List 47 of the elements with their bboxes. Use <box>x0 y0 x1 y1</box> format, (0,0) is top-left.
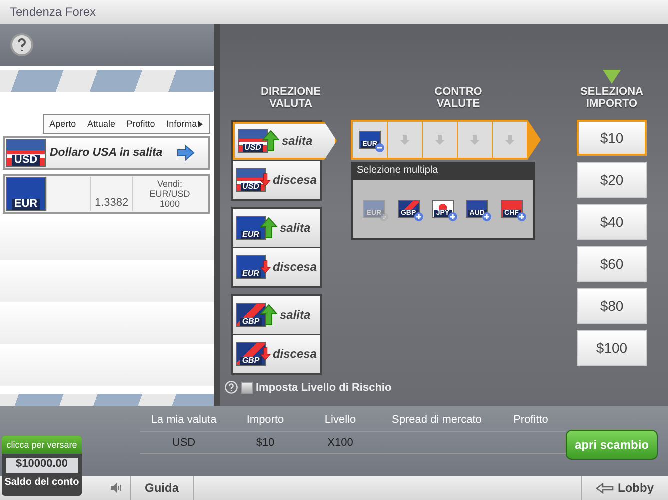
banner-text: Dollaro USA in salita <box>50 147 164 159</box>
currency-flag: USD <box>238 129 268 153</box>
balance-field: $10000.00 <box>6 458 78 473</box>
summary-heading: Profitto <box>496 414 566 432</box>
direction-button[interactable]: EUR discesa <box>233 248 320 286</box>
trade-info: Vendi: <box>157 179 183 189</box>
trade-info: EUR/USD <box>150 189 190 199</box>
amount-button[interactable]: $20 <box>577 162 647 198</box>
currency-flag: USD <box>236 168 266 192</box>
trade-info: 1000 <box>160 199 180 209</box>
currency-flag: EUR <box>236 216 266 240</box>
currency-flag: GBP <box>236 303 266 327</box>
column-heading: SELEZIONA IMPORTO <box>580 86 644 110</box>
amount-button[interactable]: $60 <box>577 246 647 282</box>
amount-button[interactable]: $80 <box>577 288 647 324</box>
direction-button[interactable]: EUR salita <box>233 209 320 247</box>
amount-button[interactable]: $40 <box>577 204 647 240</box>
column-heading: CONTRO VALUTE <box>434 86 484 110</box>
column-label: Profitto <box>126 119 156 129</box>
direction-button[interactable]: GBP salita <box>233 296 320 334</box>
balance-label: Saldo del conto <box>4 477 80 488</box>
amount-button[interactable]: $10 <box>577 120 647 156</box>
current-rate: 1.3382 <box>95 197 128 209</box>
currency-flag: EUR <box>6 177 46 211</box>
amount-button[interactable]: $100 <box>577 330 647 366</box>
summary-cell: $10 <box>228 432 303 454</box>
summary-heading: Livello <box>303 414 378 432</box>
column-label: Attuale <box>87 119 116 129</box>
help-link[interactable]: Guida <box>130 476 194 500</box>
summary-heading: Spread di mercato <box>378 414 496 432</box>
column-label: Informa <box>166 119 198 129</box>
direction-button[interactable]: USD salita <box>233 122 337 160</box>
lobby-button[interactable]: Lobby <box>581 476 668 500</box>
column-label: Aperto <box>50 119 76 129</box>
panel-label: Selezione multipla <box>356 164 440 178</box>
summary-cell: USD <box>140 432 228 454</box>
summary-heading: Importo <box>228 414 303 432</box>
direction-button[interactable]: GBP discesa <box>233 335 320 373</box>
direction-button[interactable]: USD discesa <box>233 161 320 199</box>
currency-flag: USD <box>6 139 46 167</box>
currency-flag: GBP <box>236 342 266 366</box>
trade-row[interactable]: EUR 1.3382 Vendi: EUR/USD 1000 <box>3 174 210 214</box>
checkbox-label: Imposta Livello di Rischio <box>256 382 392 394</box>
currency-flag: EUR <box>236 255 266 279</box>
summary-cell: X100 <box>303 432 378 454</box>
summary-heading: La mia valuta <box>140 414 228 432</box>
column-heading: DIREZIONE VALUTA <box>260 86 322 110</box>
